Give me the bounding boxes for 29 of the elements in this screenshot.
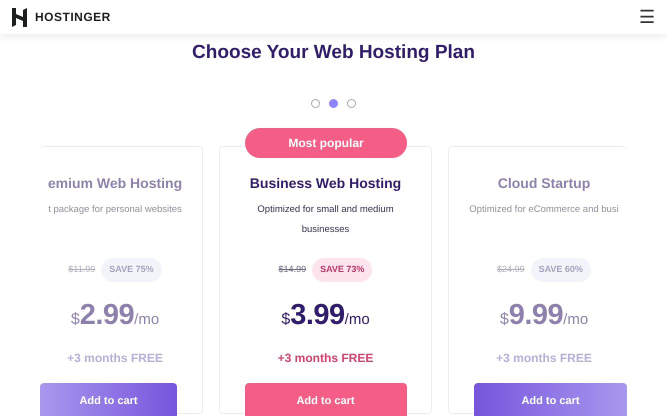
- brand-name: HOSTINGER: [35, 9, 111, 26]
- discount-badge: SAVE 75%: [101, 258, 162, 282]
- old-price: $11.99: [68, 263, 96, 276]
- plan-name: Business Web Hosting: [248, 174, 402, 193]
- carousel-dot[interactable]: [311, 98, 320, 108]
- old-price: $24.99: [497, 263, 525, 276]
- plan-name: Cloud Startup: [496, 174, 592, 193]
- plan-price: $2.99/mo: [70, 298, 160, 333]
- add-to-cart-button[interactable]: Add to cart: [244, 383, 406, 416]
- carousel-dot[interactable]: [347, 98, 356, 108]
- plan-price: $3.99/mo: [280, 298, 371, 333]
- popular-badge: Most popular: [245, 128, 407, 158]
- old-price: $14.99: [278, 263, 306, 276]
- logo-icon: [12, 8, 27, 26]
- page-title: Choose Your Web Hosting Plan: [191, 42, 476, 65]
- plan-description: Optimized for small and medium businesses: [256, 202, 395, 237]
- plan-description: t package for personal websites: [47, 202, 183, 217]
- carousel-dot[interactable]: [329, 98, 338, 108]
- plan-price: $9.99/mo: [498, 298, 590, 333]
- bonus-text: +3 months FREE: [495, 350, 593, 368]
- discount-badge: SAVE 73%: [312, 258, 372, 282]
- add-to-cart-button[interactable]: Add to cart: [40, 383, 177, 416]
- plan-description: Optimized for eCommerce and busi: [468, 202, 620, 217]
- discount-badge: SAVE 60%: [530, 258, 591, 282]
- add-to-cart-button[interactable]: Add to cart: [474, 383, 627, 416]
- plan-name: emium Web Hosting: [46, 174, 184, 193]
- bonus-text: +3 months FREE: [66, 350, 164, 368]
- bonus-text: +3 months FREE: [276, 350, 374, 368]
- menu-icon[interactable]: ☰: [639, 8, 655, 26]
